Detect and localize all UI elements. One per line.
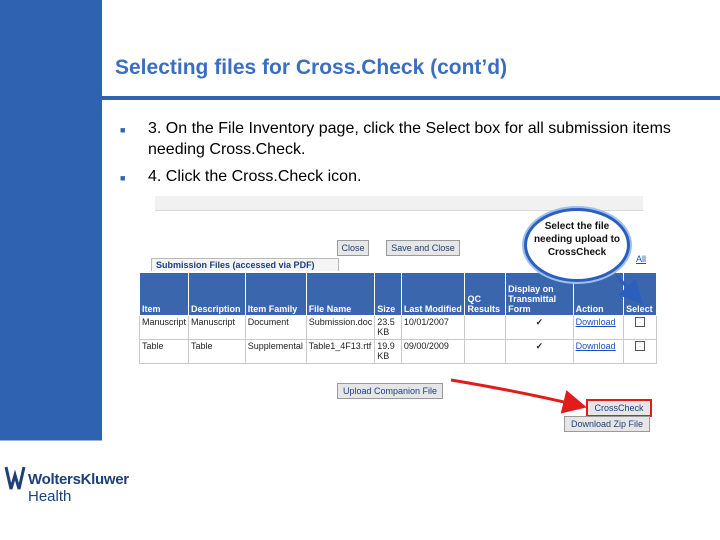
bullet-text: 3. On the File Inventory page, click the…: [148, 120, 671, 158]
wolters-kluwer-logo: WoltersKluwer Health: [4, 463, 129, 505]
bullet-icon: ■: [120, 125, 126, 135]
red-arrow: [450, 378, 587, 414]
logo-brand: WoltersKluwer: [28, 471, 129, 488]
bullet-list: ■ 3. On the File Inventory page, click t…: [120, 118, 710, 195]
blue-arrow: [615, 274, 644, 305]
file-inventory-screenshot: Close Save and Close Submission Files (a…: [133, 196, 665, 440]
bullet-text: 4. Click the Cross.Check icon.: [148, 168, 362, 185]
bullet-item: ■ 3. On the File Inventory page, click t…: [120, 118, 710, 160]
logo-sub: Health: [28, 488, 72, 505]
slide-title: Selecting files for Cross.Check (cont’d): [115, 56, 508, 79]
title-rule: [102, 96, 720, 100]
bullet-item: ■ 4. Click the Cross.Check icon.: [120, 166, 710, 189]
sidebar-divider: [0, 440, 102, 441]
bullet-icon: ■: [120, 173, 126, 183]
callout-bubble: Select the file needing upload to CrossC…: [524, 208, 630, 282]
logo-icon: [4, 466, 26, 490]
